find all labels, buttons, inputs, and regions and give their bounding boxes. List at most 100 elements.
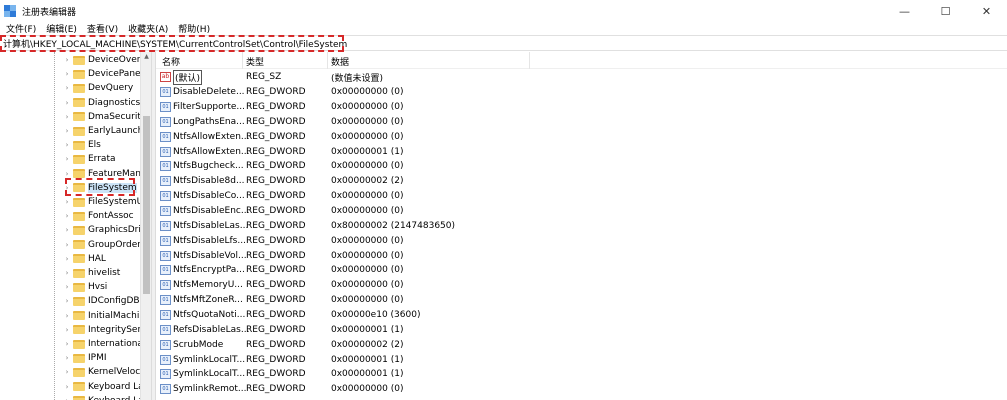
chevron-right-icon[interactable]: › [63,340,71,348]
address-path[interactable]: 计算机\HKEY_LOCAL_MACHINE\SYSTEM\CurrentCon… [3,37,347,50]
chevron-right-icon[interactable]: › [63,198,71,206]
value-row[interactable]: 01 LongPathsEna... REG_DWORD 0x00000000 (0) [156,115,1007,130]
tree-item[interactable]: › Diagnostics [63,96,141,110]
tree-item[interactable]: › FeatureMana [63,167,147,181]
tree-item[interactable]: › DevQuery [63,81,134,95]
value-row[interactable]: 01 NtfsMftZoneR... REG_DWORD 0x00000000 (0) [156,293,1007,308]
column-separator[interactable] [242,52,243,69]
chevron-right-icon[interactable]: › [63,84,71,92]
tree-item[interactable]: › DeviceOverri [63,53,147,67]
value-row[interactable]: ab (默认) REG_SZ (数值未设置) [156,69,1007,85]
value-row[interactable]: 01 NtfsDisableLfs... REG_DWORD 0x00000000 (… [156,233,1007,248]
value-row[interactable]: 01 NtfsQuotaNoti... REG_DWORD 0x00000e10 (3… [156,308,1007,323]
value-row[interactable]: 01 DisableDelete... REG_DWORD 0x00000000 (0… [156,85,1007,100]
value-row[interactable]: 01 NtfsEncryptPa... REG_DWORD 0x00000000 (0… [156,263,1007,278]
menu-bar: 文件(F) 编辑(E) 查看(V) 收藏夹(A) 帮助(H) [0,21,1007,35]
chevron-right-icon[interactable]: › [63,255,71,263]
tree-item[interactable]: › Els [63,138,101,152]
column-type[interactable]: 类型 [246,55,264,68]
tree-item[interactable]: › GroupOrderl [63,238,144,252]
tree-item[interactable]: › IntegrityServi [63,323,149,337]
chevron-right-icon[interactable]: › [63,368,71,376]
chevron-right-icon[interactable]: › [63,312,71,320]
chevron-right-icon[interactable]: › [63,212,71,220]
tree-item[interactable]: › KernelVelocit [63,365,147,379]
tree-item[interactable]: › DevicePanels [63,67,148,81]
tree-item[interactable]: › IDConfigDB [63,294,140,308]
tree-item[interactable]: ›Keyboard La [63,394,144,400]
value-row[interactable]: 01 NtfsBugcheck... REG_DWORD 0x00000000 (0) [156,159,1007,174]
chevron-right-icon[interactable]: › [63,269,71,277]
value-row[interactable]: 01 NtfsAllowExten... REG_DWORD 0x00000001 (… [156,144,1007,159]
chevron-right-icon[interactable]: › [63,141,71,149]
value-row[interactable]: 01 NtfsDisableCo... REG_DWORD 0x00000000 (0… [156,189,1007,204]
close-button[interactable]: ✕ [966,0,1007,22]
menu-view[interactable]: 查看(V) [83,22,122,35]
value-row[interactable]: 01 SymlinkLocalT... REG_DWORD 0x00000001 (1… [156,352,1007,367]
chevron-right-icon[interactable]: › [63,99,71,107]
chevron-right-icon[interactable]: › [63,226,71,234]
column-separator[interactable] [327,52,328,69]
minimize-button[interactable]: — [884,0,925,22]
value-row[interactable]: 01 NtfsDisableLas... REG_DWORD 0x80000002 (… [156,219,1007,234]
value-data: 0x00000000 (0) [331,265,404,276]
maximize-button[interactable]: ☐ [925,0,966,22]
tree-item[interactable]: › EarlyLaunch [63,124,144,138]
value-type: REG_SZ [246,72,282,83]
tree-item[interactable]: › FileSystemUti [63,195,150,209]
chevron-right-icon[interactable]: › [63,155,71,163]
chevron-right-icon[interactable]: › [63,326,71,334]
tree-item[interactable]: › IPMI [63,351,107,365]
value-data: 0x00000000 (0) [331,87,404,98]
menu-edit[interactable]: 编辑(E) [42,22,81,35]
value-row[interactable]: 01 NtfsDisableVol... REG_DWORD 0x00000000 (… [156,248,1007,263]
chevron-right-icon[interactable]: › [63,283,71,291]
value-name: NtfsDisableVol... [173,250,247,261]
chevron-right-icon[interactable]: › [63,170,71,178]
value-row[interactable]: 01 FilterSupporte... REG_DWORD 0x00000000 (… [156,100,1007,115]
tree-item[interactable]: ›Keyboard La [63,380,144,394]
tree-item[interactable]: › hivelist [63,266,121,280]
value-row[interactable]: 01 RefsDisableLas... REG_DWORD 0x00000001 (… [156,322,1007,337]
tree-item[interactable]: › FontAssoc [63,209,134,223]
tree-item[interactable]: › GraphicsDriv [63,223,147,237]
chevron-right-icon[interactable]: › [63,70,71,78]
menu-file[interactable]: 文件(F) [2,22,40,35]
tree-item[interactable]: › Errata [63,152,116,166]
tree-item[interactable]: › International [63,337,146,351]
chevron-right-icon[interactable]: › [63,297,71,305]
value-row[interactable]: 01 SymlinkLocalT... REG_DWORD 0x00000001 (1… [156,367,1007,382]
menu-favorites[interactable]: 收藏夹(A) [124,22,172,35]
key-tree[interactable]: › DeviceOverri › DevicePanels › DevQuery › Diag… [0,52,151,400]
tree-item[interactable]: › HAL [63,252,106,266]
chevron-right-icon[interactable]: › [63,127,71,135]
value-row[interactable]: 01 NtfsMemoryU... REG_DWORD 0x00000000 (0) [156,278,1007,293]
tree-item[interactable]: › FileSystem [63,181,137,195]
binary-value-icon: 01 [160,384,171,395]
values-list[interactable]: 名称 类型 数据 ab (默认) REG_SZ (数值未设置) 01 DisableDel… [156,52,1007,400]
chevron-right-icon[interactable]: › [63,184,71,192]
menu-help[interactable]: 帮助(H) [174,22,214,35]
value-row[interactable]: 01 NtfsDisableEnc... REG_DWORD 0x00000000 (… [156,204,1007,219]
tree-scrollbar-thumb[interactable] [143,116,150,294]
chevron-right-icon[interactable]: › [63,113,71,121]
value-row[interactable]: 01 SymlinkRemot... REG_DWORD 0x00000000 (0) [156,382,1007,397]
column-separator[interactable] [529,52,530,69]
tree-item[interactable]: › Hvsi [63,280,108,294]
value-row[interactable]: 01 ScrubMode REG_DWORD 0x00000002 (2) [156,337,1007,352]
column-name[interactable]: 名称 [162,55,180,68]
column-data[interactable]: 数据 [331,55,349,68]
value-row[interactable]: 01 NtfsDisable8d... REG_DWORD 0x00000002 (2… [156,174,1007,189]
folder-icon [73,55,85,65]
chevron-right-icon[interactable]: › [63,383,71,391]
folder-icon [73,282,85,292]
value-row[interactable]: 01 NtfsAllowExten... REG_DWORD 0x00000000 (… [156,129,1007,144]
binary-value-icon: 01 [160,235,171,246]
tree-item[interactable]: › InitialMachin [63,309,145,323]
tree-item[interactable]: › DmaSecurity [63,110,147,124]
address-bar[interactable]: 计算机\HKEY_LOCAL_MACHINE\SYSTEM\CurrentCon… [0,35,1007,51]
tree-scrollbar[interactable]: ▲ [140,52,151,400]
chevron-right-icon[interactable]: › [63,56,71,64]
chevron-right-icon[interactable]: › [63,354,71,362]
chevron-right-icon[interactable]: › [63,241,71,249]
